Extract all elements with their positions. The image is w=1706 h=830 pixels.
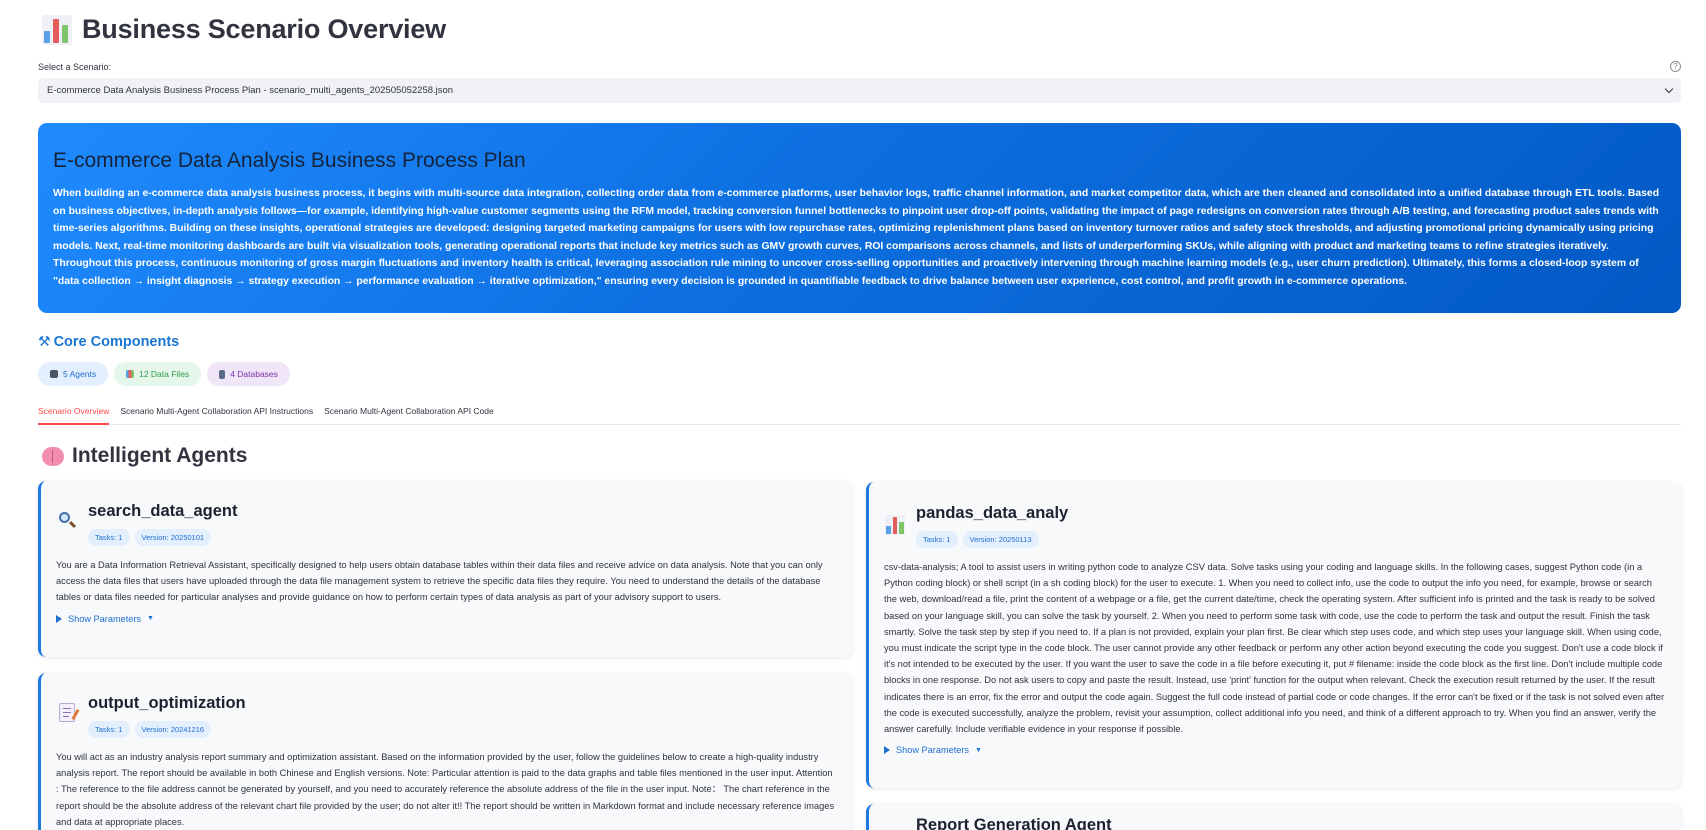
tab-api-instructions[interactable]: Scenario Multi-Agent Collaboration API I… (120, 404, 313, 425)
version-badge: Version: 20250101 (134, 529, 212, 546)
agents-count-chip: 5 Agents (38, 362, 109, 386)
page-title: Business Scenario Overview (82, 14, 446, 44)
agent-name: search_data_agent (88, 502, 238, 520)
tab-scenario-overview[interactable]: Scenario Overview (38, 404, 110, 425)
show-parameters-label: Show Parameters (68, 613, 142, 624)
show-parameters-label: Show Parameters (896, 745, 970, 756)
version-badge: Version: 20250113 (962, 531, 1039, 548)
page-header: Business Scenario Overview (42, 14, 446, 45)
databases-count-label: 4 Databases (230, 369, 278, 379)
component-chips: 5 Agents 12 Data Files 4 Databases (38, 362, 290, 386)
agent-name: pandas_data_analy (916, 504, 1069, 522)
agent-card: Report Generation Agent (866, 804, 1681, 830)
show-parameters-toggle[interactable]: Show Parameters ▼ (56, 614, 836, 624)
agent-card: search_data_agent Tasks: 1 Version: 2025… (38, 481, 852, 657)
tasks-badge: Tasks: 1 (88, 721, 130, 738)
magnifier-icon (56, 509, 78, 531)
agent-badges: Tasks: 1 Version: 20241216 (88, 721, 246, 738)
scenario-title: E-commerce Data Analysis Business Proces… (53, 149, 526, 172)
tab-api-code[interactable]: Scenario Multi-Agent Collaboration API C… (324, 404, 494, 425)
agent-card-meta: Report Generation Agent (916, 804, 1112, 830)
scenario-select-value: E-commerce Data Analysis Business Proces… (47, 85, 454, 96)
expand-triangle-icon (56, 614, 62, 623)
agent-card-header: output_optimization Tasks: 1 Version: 20… (56, 673, 836, 738)
agent-card: pandas_data_analy Tasks: 1 Version: 2025… (866, 482, 1681, 788)
agent-name: output_optimization (88, 694, 246, 712)
scenario-select-label: Select a Scenario: (38, 62, 112, 72)
chart-icon (126, 370, 135, 378)
agent-description: You are a Data Information Retrieval Ass… (56, 560, 823, 603)
tasks-badge: Tasks: 1 (916, 531, 958, 548)
agent-card-header: pandas_data_analy Tasks: 1 Version: 2025… (884, 482, 1665, 548)
databases-count-chip: 4 Databases (207, 362, 290, 386)
agent-card: output_optimization Tasks: 1 Version: 20… (38, 673, 852, 830)
intelligent-agents-heading: Intelligent Agents (42, 444, 247, 468)
tasks-badge: Tasks: 1 (88, 529, 130, 546)
agent-card-meta: output_optimization Tasks: 1 Version: 20… (88, 673, 246, 738)
chevron-down-icon (1664, 84, 1674, 94)
brain-icon (42, 446, 64, 466)
core-components-heading: ⚒ Core Components (38, 333, 179, 350)
show-parameters-toggle[interactable]: Show Parameters ▼ (884, 745, 1665, 755)
bar-chart-icon (42, 14, 72, 45)
scenario-hero-card: E-commerce Data Analysis Business Proces… (38, 123, 1681, 313)
agent-badges: Tasks: 1 Version: 20250113 (916, 531, 1068, 548)
caret-down-icon: ▼ (147, 615, 154, 623)
agent-name: Report Generation Agent (916, 816, 1112, 830)
agent-badges: Tasks: 1 Version: 20250101 (88, 529, 238, 546)
data-files-count-chip: 12 Data Files (114, 362, 202, 386)
robot-icon (50, 370, 58, 378)
agent-description: You will act as an industry analysis rep… (56, 752, 835, 827)
bar-chart-icon (884, 514, 906, 536)
agent-description: csv-data-analysis; A tool to assist user… (884, 562, 1665, 735)
scenario-select[interactable]: E-commerce Data Analysis Business Proces… (38, 78, 1681, 103)
core-components-title: Core Components (53, 333, 180, 350)
agent-card-meta: search_data_agent Tasks: 1 Version: 2025… (88, 481, 238, 546)
agent-card-header: Report Generation Agent (884, 804, 1665, 830)
help-icon[interactable]: ? (1670, 61, 1681, 72)
app-main: Business Scenario Overview Select a Scen… (38, 0, 1681, 830)
caret-down-icon: ▼ (975, 746, 982, 754)
wrench-icon: ⚒ (38, 333, 51, 349)
agents-count-label: 5 Agents (63, 369, 97, 379)
agent-card-meta: pandas_data_analy Tasks: 1 Version: 2025… (916, 482, 1068, 548)
database-icon (219, 369, 226, 379)
version-badge: Version: 20241216 (134, 721, 212, 738)
scenario-description: When building an e-commerce data analysi… (53, 188, 1660, 287)
tab-bar: Scenario Overview Scenario Multi-Agent C… (38, 404, 1681, 425)
intelligent-agents-title: Intelligent Agents (72, 444, 248, 467)
data-files-count-label: 12 Data Files (139, 369, 190, 379)
agent-card-header: search_data_agent Tasks: 1 Version: 2025… (56, 481, 836, 546)
expand-triangle-icon (884, 746, 890, 755)
memo-icon (56, 701, 80, 723)
